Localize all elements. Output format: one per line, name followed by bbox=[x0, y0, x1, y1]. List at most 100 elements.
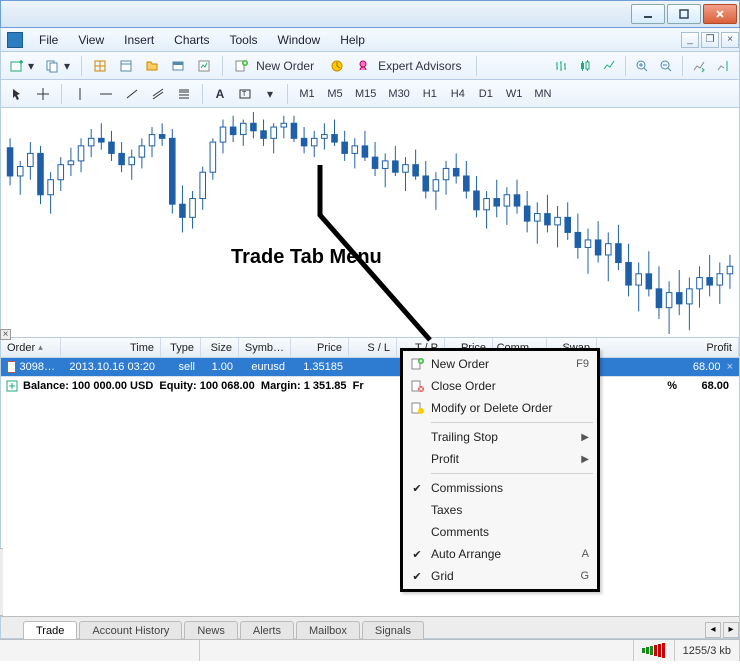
auto-scroll-button[interactable] bbox=[687, 55, 711, 77]
zoom-in-button[interactable] bbox=[630, 55, 654, 77]
menu-view[interactable]: View bbox=[68, 31, 114, 49]
balance-label: Balance: bbox=[23, 380, 69, 392]
chart-shift-button[interactable] bbox=[711, 55, 735, 77]
menubar: File View Insert Charts Tools Window Hel… bbox=[0, 28, 740, 52]
ctx-modify-order[interactable]: Modify or Delete Order bbox=[403, 397, 597, 419]
window-titlebar bbox=[0, 0, 740, 28]
menu-window[interactable]: Window bbox=[268, 31, 331, 49]
new-order-label: New Order bbox=[252, 59, 318, 73]
profiles-button[interactable]: ▾ bbox=[41, 55, 75, 77]
ctx-comments[interactable]: Comments bbox=[403, 521, 597, 543]
text-label-button[interactable]: T bbox=[233, 83, 257, 105]
terminal-vertical-tab[interactable]: Terminal bbox=[0, 548, 3, 616]
ctx-grid[interactable]: GridG bbox=[403, 565, 597, 587]
tab-account-history[interactable]: Account History bbox=[79, 621, 182, 639]
candle-chart-button[interactable] bbox=[573, 55, 597, 77]
mdi-restore-button[interactable]: ❐ bbox=[701, 32, 719, 48]
channel-button[interactable] bbox=[146, 83, 170, 105]
mdi-close-button[interactable]: × bbox=[721, 32, 739, 48]
col-order[interactable]: Order ▴ bbox=[1, 338, 61, 357]
tabs-scroll-right[interactable]: ▸ bbox=[723, 622, 739, 638]
statusbar: 1255/3 kb bbox=[0, 639, 740, 661]
new-order-button[interactable]: New Order bbox=[229, 55, 323, 77]
col-sl[interactable]: S / L bbox=[349, 338, 397, 357]
expert-advisors-button[interactable]: Expert Advisors bbox=[351, 55, 470, 77]
ctx-separator bbox=[431, 422, 593, 423]
menu-insert[interactable]: Insert bbox=[114, 31, 164, 49]
tabs-scroll-left[interactable]: ◂ bbox=[705, 622, 721, 638]
timeframe-h4[interactable]: H4 bbox=[445, 83, 471, 105]
timeframe-m1[interactable]: M1 bbox=[294, 83, 320, 105]
ctx-profit[interactable]: Profit▶ bbox=[403, 448, 597, 470]
col-profit[interactable]: Profit bbox=[597, 338, 739, 357]
data-window-button[interactable] bbox=[114, 55, 138, 77]
vertical-line-button[interactable] bbox=[68, 83, 92, 105]
menu-tools[interactable]: Tools bbox=[220, 31, 268, 49]
autotrading-button[interactable] bbox=[325, 55, 349, 77]
col-size[interactable]: Size bbox=[201, 338, 239, 357]
timeframe-mn[interactable]: MN bbox=[529, 83, 556, 105]
ctx-trailing-stop[interactable]: Trailing Stop▶ bbox=[403, 426, 597, 448]
timeframe-m15[interactable]: M15 bbox=[350, 83, 381, 105]
order-row-profit: 68.00 × bbox=[597, 361, 739, 373]
crosshair-button[interactable] bbox=[31, 83, 55, 105]
trendline-button[interactable] bbox=[120, 83, 144, 105]
modify-order-icon bbox=[403, 401, 431, 415]
price-chart[interactable]: Trade Tab Menu bbox=[0, 108, 740, 338]
mdi-minimize-button[interactable]: _ bbox=[681, 32, 699, 48]
navigator-button[interactable] bbox=[140, 55, 164, 77]
tab-news[interactable]: News bbox=[184, 621, 238, 639]
svg-text:T: T bbox=[242, 91, 247, 98]
tab-trade[interactable]: Trade bbox=[23, 621, 77, 639]
strategy-tester-button[interactable] bbox=[192, 55, 216, 77]
timeframe-m5[interactable]: M5 bbox=[322, 83, 348, 105]
menu-file[interactable]: File bbox=[29, 31, 68, 49]
fibonacci-button[interactable] bbox=[172, 83, 196, 105]
menu-charts[interactable]: Charts bbox=[164, 31, 219, 49]
margin-label: Margin: bbox=[261, 380, 301, 392]
ctx-commissions[interactable]: Commissions bbox=[403, 477, 597, 499]
horizontal-line-button[interactable] bbox=[94, 83, 118, 105]
cursor-button[interactable] bbox=[5, 83, 29, 105]
bar-chart-button[interactable] bbox=[549, 55, 573, 77]
terminal-close-button[interactable]: × bbox=[0, 329, 11, 340]
timeframe-m30[interactable]: M30 bbox=[383, 83, 414, 105]
col-type[interactable]: Type bbox=[161, 338, 201, 357]
ctx-auto-arrange[interactable]: Auto ArrangeA bbox=[403, 543, 597, 565]
statusbar-network: 1255/3 kb bbox=[675, 640, 740, 661]
col-symbol[interactable]: Symb… bbox=[239, 338, 291, 357]
statusbar-center bbox=[200, 640, 634, 661]
ctx-new-order[interactable]: New OrderF9 bbox=[403, 353, 597, 375]
new-order-icon bbox=[403, 357, 431, 371]
objects-dropdown-button[interactable]: ▾ bbox=[259, 83, 281, 105]
tab-signals[interactable]: Signals bbox=[362, 621, 424, 639]
timeframe-d1[interactable]: D1 bbox=[473, 83, 499, 105]
tab-alerts[interactable]: Alerts bbox=[240, 621, 294, 639]
terminal-button[interactable] bbox=[166, 55, 190, 77]
submenu-arrow-icon: ▶ bbox=[581, 454, 589, 465]
market-watch-button[interactable] bbox=[88, 55, 112, 77]
ctx-close-order[interactable]: Close Order bbox=[403, 375, 597, 397]
order-row-close-icon[interactable]: × bbox=[727, 361, 733, 373]
timeframe-w1[interactable]: W1 bbox=[501, 83, 528, 105]
close-order-icon bbox=[403, 379, 431, 393]
order-row[interactable]: 3098… 2013.10.16 03:20 sell 1.00 eurusd … bbox=[1, 358, 739, 376]
order-row-symbol: eurusd bbox=[239, 361, 291, 373]
new-chart-button[interactable]: ▾ bbox=[5, 55, 39, 77]
terminal-panel: × Order ▴ Time Type Size Symb… Price S /… bbox=[0, 338, 740, 639]
tab-mailbox[interactable]: Mailbox bbox=[296, 621, 360, 639]
ctx-separator bbox=[431, 473, 593, 474]
ctx-taxes[interactable]: Taxes bbox=[403, 499, 597, 521]
line-chart-button[interactable] bbox=[597, 55, 621, 77]
text-tool-button[interactable]: A bbox=[209, 83, 231, 105]
status-tail: % 68.00 bbox=[667, 380, 739, 392]
close-button[interactable] bbox=[703, 4, 737, 24]
maximize-button[interactable] bbox=[667, 4, 701, 24]
toolbar-main: ▾ ▾ New Order Expert Advisors bbox=[0, 52, 740, 80]
timeframe-h1[interactable]: H1 bbox=[417, 83, 443, 105]
zoom-out-button[interactable] bbox=[654, 55, 678, 77]
minimize-button[interactable] bbox=[631, 4, 665, 24]
menu-help[interactable]: Help bbox=[330, 31, 375, 49]
col-time[interactable]: Time bbox=[61, 338, 161, 357]
col-price[interactable]: Price bbox=[291, 338, 349, 357]
